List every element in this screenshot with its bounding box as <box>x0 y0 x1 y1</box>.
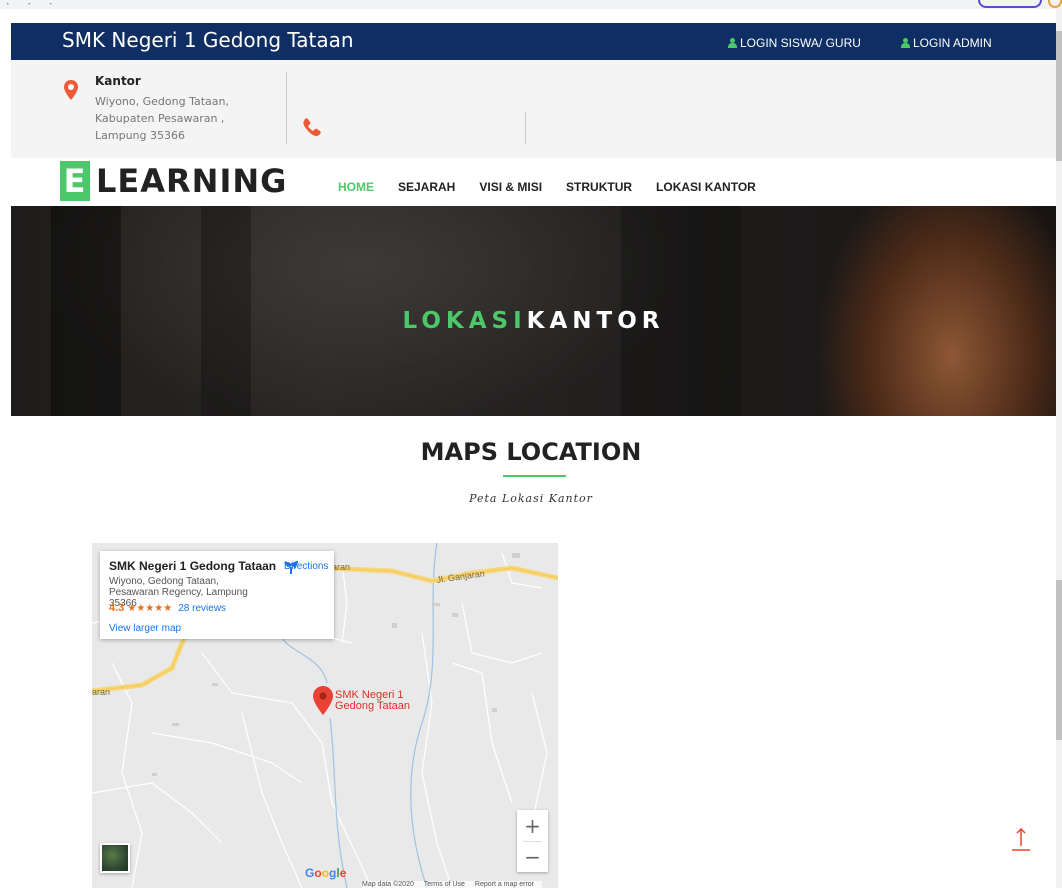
road-label-2: Jl. Ganjaran <box>436 568 485 585</box>
contact-info-bar: Kantor Wiyono, Gedong Tataan, Kabupaten … <box>11 60 1056 158</box>
map-place-card: SMK Negeri 1 Gedong Tataan Wiyono, Gedon… <box>100 551 334 639</box>
back-to-top-arrow-icon[interactable] <box>1011 826 1031 852</box>
school-name: SMK Negeri 1 Gedong Tataan <box>62 28 354 52</box>
view-larger-map-link[interactable]: View larger map <box>109 623 181 634</box>
user-icon <box>901 38 910 48</box>
satellite-toggle[interactable] <box>100 843 130 873</box>
top-header-bar: SMK Negeri 1 Gedong Tataan LOGIN SISWA/ … <box>11 23 1056 60</box>
login-admin-link[interactable]: LOGIN ADMIN <box>901 36 992 50</box>
map-marker-icon[interactable] <box>313 686 333 715</box>
browser-chrome-strip: • • • <box>0 0 1062 9</box>
map-place-name: SMK Negeri 1 Gedong Tataan <box>109 559 277 573</box>
extension-icon[interactable] <box>1048 0 1062 8</box>
logo-letter: E <box>60 161 90 201</box>
location-pin-icon <box>64 80 78 100</box>
marker-label-line-2: Gedong Tataan <box>335 700 411 712</box>
map-rating: 4.3 ★★★★★ 28 reviews <box>109 602 226 614</box>
map-data-credit: Map data ©2020 <box>362 881 414 888</box>
google-logo: Google <box>305 866 347 880</box>
nav-menu: HOME SEJARAH VISI & MISI STRUKTUR LOKASI… <box>338 180 780 194</box>
kantor-title: Kantor <box>95 74 141 88</box>
road-label-3: aran <box>92 687 110 697</box>
user-icon <box>728 38 737 48</box>
browser-nav-icons: • • • <box>6 1 61 8</box>
directions-icon <box>284 561 298 574</box>
kantor-address: Wiyono, Gedong Tataan, Kabupaten Pesawar… <box>95 95 229 142</box>
elearning-logo[interactable]: E LEARNING <box>60 159 287 203</box>
map-zoom-control: + − <box>517 810 548 872</box>
report-map-error-link[interactable]: Report a map error <box>475 881 534 888</box>
login-siswa-guru-link[interactable]: LOGIN SISWA/ GURU <box>728 36 861 50</box>
login-siswa-guru-label: LOGIN SISWA/ GURU <box>740 36 861 50</box>
map-attribution: Map data ©2020 Terms of Use Report a map… <box>362 881 543 888</box>
google-map-embed[interactable]: anjaran Jl. Ganjaran aran SMK Negeri 1 G… <box>92 543 558 888</box>
nav-item-home[interactable]: HOME <box>338 180 374 194</box>
divider <box>286 72 287 144</box>
map-marker-label: SMK Negeri 1 Gedong Tataan <box>335 690 410 712</box>
nav-item-struktur[interactable]: STRUKTUR <box>566 180 632 194</box>
hero-banner: LOKASIKANTOR <box>11 206 1056 416</box>
map-reviews-link[interactable]: 28 reviews <box>178 603 226 614</box>
profile-pill[interactable] <box>978 0 1042 8</box>
logo-word: LEARNING <box>96 162 288 200</box>
section-title: MAPS LOCATION <box>420 438 642 466</box>
hero-title-green: LOKASI <box>402 308 527 334</box>
hero-title: LOKASIKANTOR <box>11 308 1056 334</box>
section-underline <box>503 475 566 477</box>
main-navbar: E LEARNING HOME SEJARAH VISI & MISI STRU… <box>11 158 1056 206</box>
section-subtitle: Peta Lokasi Kantor <box>469 492 593 505</box>
zoom-in-button[interactable]: + <box>517 810 548 841</box>
nav-item-lokasi-kantor[interactable]: LOKASI KANTOR <box>656 180 756 194</box>
map-rating-value: 4.3 <box>109 602 125 614</box>
divider <box>525 112 526 144</box>
page-scrollbar[interactable] <box>1056 9 1062 888</box>
scrollbar-thumb[interactable] <box>1056 580 1062 740</box>
login-admin-label: LOGIN ADMIN <box>913 36 992 50</box>
nav-item-sejarah[interactable]: SEJARAH <box>398 180 455 194</box>
directions-button[interactable]: Directions <box>284 561 328 574</box>
nav-item-visi-misi[interactable]: VISI & MISI <box>479 180 542 194</box>
zoom-out-button[interactable]: − <box>517 841 548 872</box>
star-rating-icon: ★★★★★ <box>127 603 173 614</box>
phone-icon <box>303 118 321 136</box>
terms-of-use-link[interactable]: Terms of Use <box>424 881 465 888</box>
hero-title-white: KANTOR <box>526 308 665 334</box>
